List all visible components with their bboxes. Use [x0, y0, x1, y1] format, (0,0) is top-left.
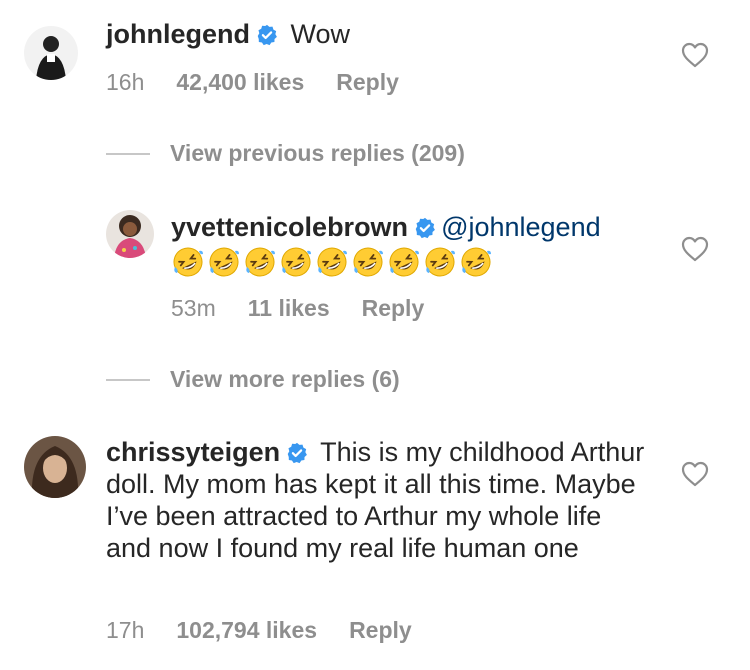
- like-heart-icon[interactable]: [681, 42, 709, 68]
- reply-button[interactable]: Reply: [362, 295, 425, 321]
- rolling-laughing-emoji-icon: [425, 247, 455, 277]
- rolling-laughing-emoji-icon: [245, 247, 275, 277]
- likes-count[interactable]: 102,794 likes: [176, 617, 317, 643]
- username[interactable]: chrissyteigen: [106, 437, 280, 467]
- reply-button[interactable]: Reply: [349, 617, 412, 643]
- emoji-row: [171, 245, 661, 279]
- rolling-laughing-emoji-icon: [461, 247, 491, 277]
- reply-button[interactable]: Reply: [336, 69, 399, 95]
- username[interactable]: yvettenicolebrown: [171, 212, 408, 242]
- rolling-laughing-emoji-icon: [281, 247, 311, 277]
- rolling-laughing-emoji-icon: [389, 247, 419, 277]
- rolling-laughing-emoji-icon: [353, 247, 383, 277]
- view-previous-replies-button[interactable]: View previous replies (209): [170, 140, 465, 167]
- likes-count[interactable]: 11 likes: [248, 295, 330, 321]
- likes-count[interactable]: 42,400 likes: [176, 69, 304, 95]
- timestamp: 17h: [106, 617, 145, 643]
- view-replies-line: [106, 379, 150, 381]
- like-heart-icon[interactable]: [681, 236, 709, 262]
- comment-meta: 16h 42,400 likes Reply: [106, 69, 399, 96]
- rolling-laughing-emoji-icon: [173, 247, 203, 277]
- rolling-laughing-emoji-icon: [317, 247, 347, 277]
- timestamp: 16h: [106, 69, 145, 95]
- verified-badge-icon: [256, 21, 278, 46]
- comment-meta: 53m 11 likes Reply: [171, 295, 424, 322]
- verified-badge-icon: [414, 214, 436, 239]
- like-heart-icon[interactable]: [681, 461, 709, 487]
- view-more-replies-button[interactable]: View more replies (6): [170, 366, 400, 393]
- verified-badge-icon: [286, 439, 308, 464]
- timestamp: 53m: [171, 295, 216, 321]
- avatar[interactable]: [106, 210, 154, 258]
- comment-meta: 17h 102,794 likes Reply: [106, 617, 412, 644]
- view-replies-line: [106, 153, 150, 155]
- rolling-laughing-emoji-icon: [209, 247, 239, 277]
- avatar[interactable]: [24, 436, 86, 498]
- comment-text: Wow: [290, 19, 351, 49]
- avatar[interactable]: [24, 26, 78, 80]
- username[interactable]: johnlegend: [106, 19, 250, 49]
- mention-link[interactable]: @johnlegend: [441, 212, 601, 242]
